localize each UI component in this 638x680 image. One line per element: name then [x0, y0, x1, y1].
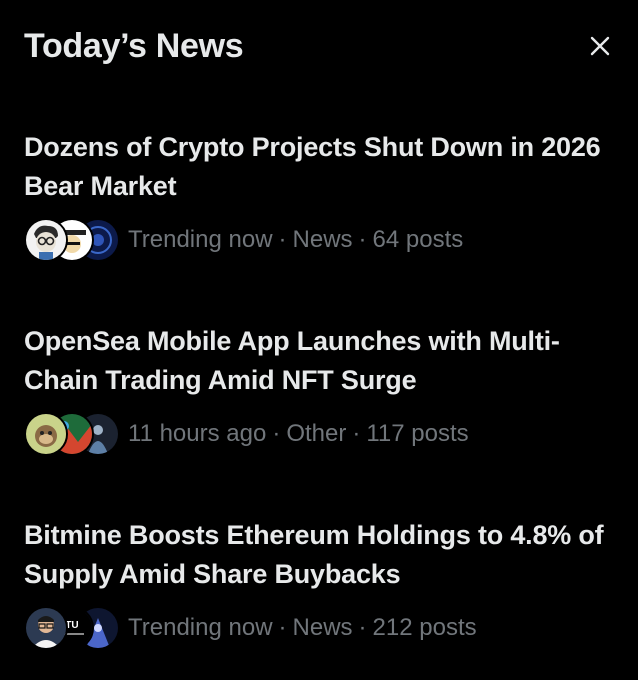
- meta-separator: ·: [278, 226, 287, 253]
- meta-posts: 64 posts: [372, 226, 464, 253]
- meta-separator: ·: [272, 420, 281, 447]
- meta-posts: 117 posts: [366, 420, 469, 447]
- meta-separator: ·: [352, 420, 361, 447]
- meta-category: Other: [286, 420, 347, 447]
- avatar-stack: [24, 412, 120, 456]
- meta-time: Trending now: [128, 226, 273, 253]
- todays-news-panel: Today’s News Dozens of Crypto Projects S…: [0, 0, 638, 680]
- news-item-title[interactable]: Bitmine Boosts Ethereum Holdings to 4.8%…: [24, 516, 618, 594]
- news-item[interactable]: OpenSea Mobile App Launches with Multi-C…: [24, 322, 618, 456]
- news-item-meta: TU Trending now · News · 212 posts: [24, 606, 618, 650]
- news-item-meta-text: 11 hours ago · Other · 117 posts: [128, 412, 469, 456]
- news-item-meta: Trending now · News · 64 posts: [24, 218, 618, 262]
- news-item[interactable]: Bitmine Boosts Ethereum Holdings to 4.8%…: [24, 516, 618, 650]
- meta-separator: ·: [358, 226, 367, 253]
- news-item-meta: 11 hours ago · Other · 117 posts: [24, 412, 618, 456]
- meta-posts: 212 posts: [372, 614, 477, 641]
- news-item-title[interactable]: Dozens of Crypto Projects Shut Down in 2…: [24, 128, 618, 206]
- avatar-stack: [24, 218, 120, 262]
- news-item-title[interactable]: OpenSea Mobile App Launches with Multi-C…: [24, 322, 618, 400]
- avatar-cartoon-glasses: [24, 218, 68, 262]
- news-item[interactable]: Dozens of Crypto Projects Shut Down in 2…: [24, 128, 618, 262]
- news-item-meta-text: Trending now · News · 212 posts: [128, 606, 477, 650]
- meta-time: 11 hours ago: [128, 420, 267, 447]
- avatar-ape: [24, 412, 68, 456]
- meta-separator: ·: [358, 614, 367, 641]
- meta-category: News: [292, 614, 353, 641]
- panel-header: Today’s News: [24, 24, 618, 72]
- close-icon: [590, 36, 610, 56]
- meta-time: Trending now: [128, 614, 273, 641]
- avatar-person-glasses: [24, 606, 68, 650]
- avatar-stack: TU: [24, 606, 120, 650]
- meta-separator: ·: [278, 614, 287, 641]
- meta-category: News: [292, 226, 353, 253]
- close-button[interactable]: [582, 28, 618, 64]
- panel-title: Today’s News: [24, 27, 244, 65]
- news-item-meta-text: Trending now · News · 64 posts: [128, 218, 463, 262]
